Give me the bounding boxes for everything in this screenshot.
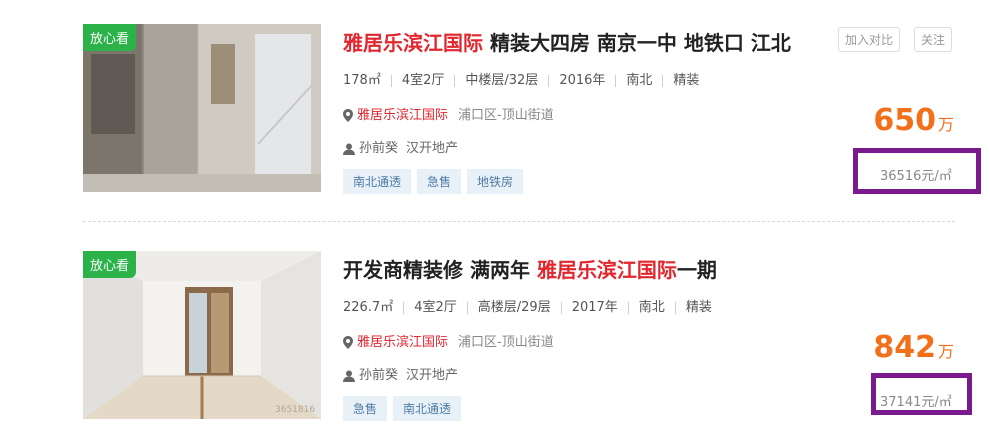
listing-tags: 急售 南北通透 <box>343 396 467 421</box>
tag: 南北通透 <box>343 169 412 194</box>
title-text-suffix: 一期 <box>676 258 717 282</box>
person-icon <box>343 370 355 382</box>
total-price: 842 万 <box>873 330 954 365</box>
divider <box>662 74 664 87</box>
build-year: 2017年 <box>571 300 618 315</box>
tag: 地铁房 <box>467 169 524 194</box>
total-price: 650 万 <box>873 103 954 138</box>
price-number: 842 <box>873 330 936 365</box>
divider <box>454 74 456 87</box>
agent-company: 汉开地产 <box>406 141 459 156</box>
orientation: 南北 <box>638 300 665 315</box>
floor-info: 高楼层/29层 <box>477 300 551 315</box>
district-text: 浦口区-顶山街道 <box>458 335 554 350</box>
verified-badge: 放心看 <box>83 24 137 51</box>
divider <box>674 301 676 314</box>
unit-price: 36516元/㎡ <box>853 148 981 194</box>
floor-info: 中楼层/32层 <box>465 73 539 88</box>
divider <box>615 74 617 87</box>
room-layout: 4室2厅 <box>401 73 445 88</box>
agent-name[interactable]: 孙前癸 <box>359 141 398 156</box>
listing-photo[interactable]: 放心看 3651816 <box>83 251 321 419</box>
tag: 急售 <box>417 169 462 194</box>
location-pin-icon <box>343 109 353 122</box>
listing-photo[interactable]: 放心看 <box>83 24 321 192</box>
listing-card[interactable]: 放心看 3651816 开发商精装修 满两年 雅居乐滨江国际一期 226.7㎡ 4… <box>0 225 990 445</box>
divider <box>403 301 405 314</box>
title-text: 精装大四房 南京一中 地铁口 江北 <box>483 31 791 55</box>
agent-company: 汉开地产 <box>406 368 459 383</box>
room-layout: 4室2厅 <box>414 300 457 315</box>
divider <box>466 301 468 314</box>
agent-info: 孙前癸 汉开地产 <box>343 137 458 156</box>
community-link[interactable]: 雅居乐滨江国际 <box>357 335 448 350</box>
location-pin-icon <box>343 336 353 349</box>
district-text: 浦口区-顶山街道 <box>458 108 554 123</box>
listing-title[interactable]: 开发商精装修 满两年 雅居乐滨江国际一期 <box>343 254 843 283</box>
price-unit: 万 <box>937 342 954 361</box>
person-icon <box>343 143 355 155</box>
listing-tags: 南北通透 急售 地铁房 <box>343 169 529 194</box>
follow-button[interactable]: 关注 <box>914 27 953 52</box>
divider <box>390 74 392 87</box>
orientation: 南北 <box>626 73 653 88</box>
listing-title[interactable]: 雅居乐滨江国际 精装大四房 南京一中 地铁口 江北 <box>343 27 833 56</box>
tag: 急售 <box>343 396 388 421</box>
divider <box>627 301 629 314</box>
listing-address: 雅居乐滨江国际 浦口区-顶山街道 <box>343 331 554 350</box>
add-to-compare-button[interactable]: 加入对比 <box>838 27 901 52</box>
community-link[interactable]: 雅居乐滨江国际 <box>357 108 448 123</box>
price-unit: 万 <box>937 115 954 134</box>
area-value: 226.7㎡ <box>343 300 394 315</box>
build-year: 2016年 <box>559 73 606 88</box>
verified-badge: 放心看 <box>83 251 137 278</box>
title-community-highlight: 雅居乐滨江国际 <box>536 258 677 282</box>
title-text: 开发商精装修 满两年 <box>343 258 537 282</box>
divider <box>548 74 550 87</box>
area-value: 178㎡ <box>343 73 381 88</box>
listing-card[interactable]: 放心看 雅居乐滨江国际 精装大四房 南京一中 地铁口 江北 加入对比 关注 17… <box>0 0 990 222</box>
price-number: 650 <box>873 103 936 138</box>
listing-specs: 226.7㎡ 4室2厅 高楼层/29层 2017年 南北 精装 <box>343 296 712 315</box>
agent-name[interactable]: 孙前癸 <box>359 368 398 383</box>
title-community-highlight: 雅居乐滨江国际 <box>343 31 483 55</box>
agent-info: 孙前癸 汉开地产 <box>343 364 458 383</box>
listing-specs: 178㎡ 4室2厅 中楼层/32层 2016年 南北 精装 <box>343 69 699 88</box>
divider <box>560 301 562 314</box>
unit-price: 37141元/㎡ <box>871 373 972 415</box>
tag: 南北通透 <box>393 396 462 421</box>
decoration: 精装 <box>673 73 700 88</box>
decoration: 精装 <box>685 300 712 315</box>
photo-watermark: 3651816 <box>275 405 316 415</box>
listing-address: 雅居乐滨江国际 浦口区-顶山街道 <box>343 104 554 123</box>
listing-divider <box>83 221 955 222</box>
